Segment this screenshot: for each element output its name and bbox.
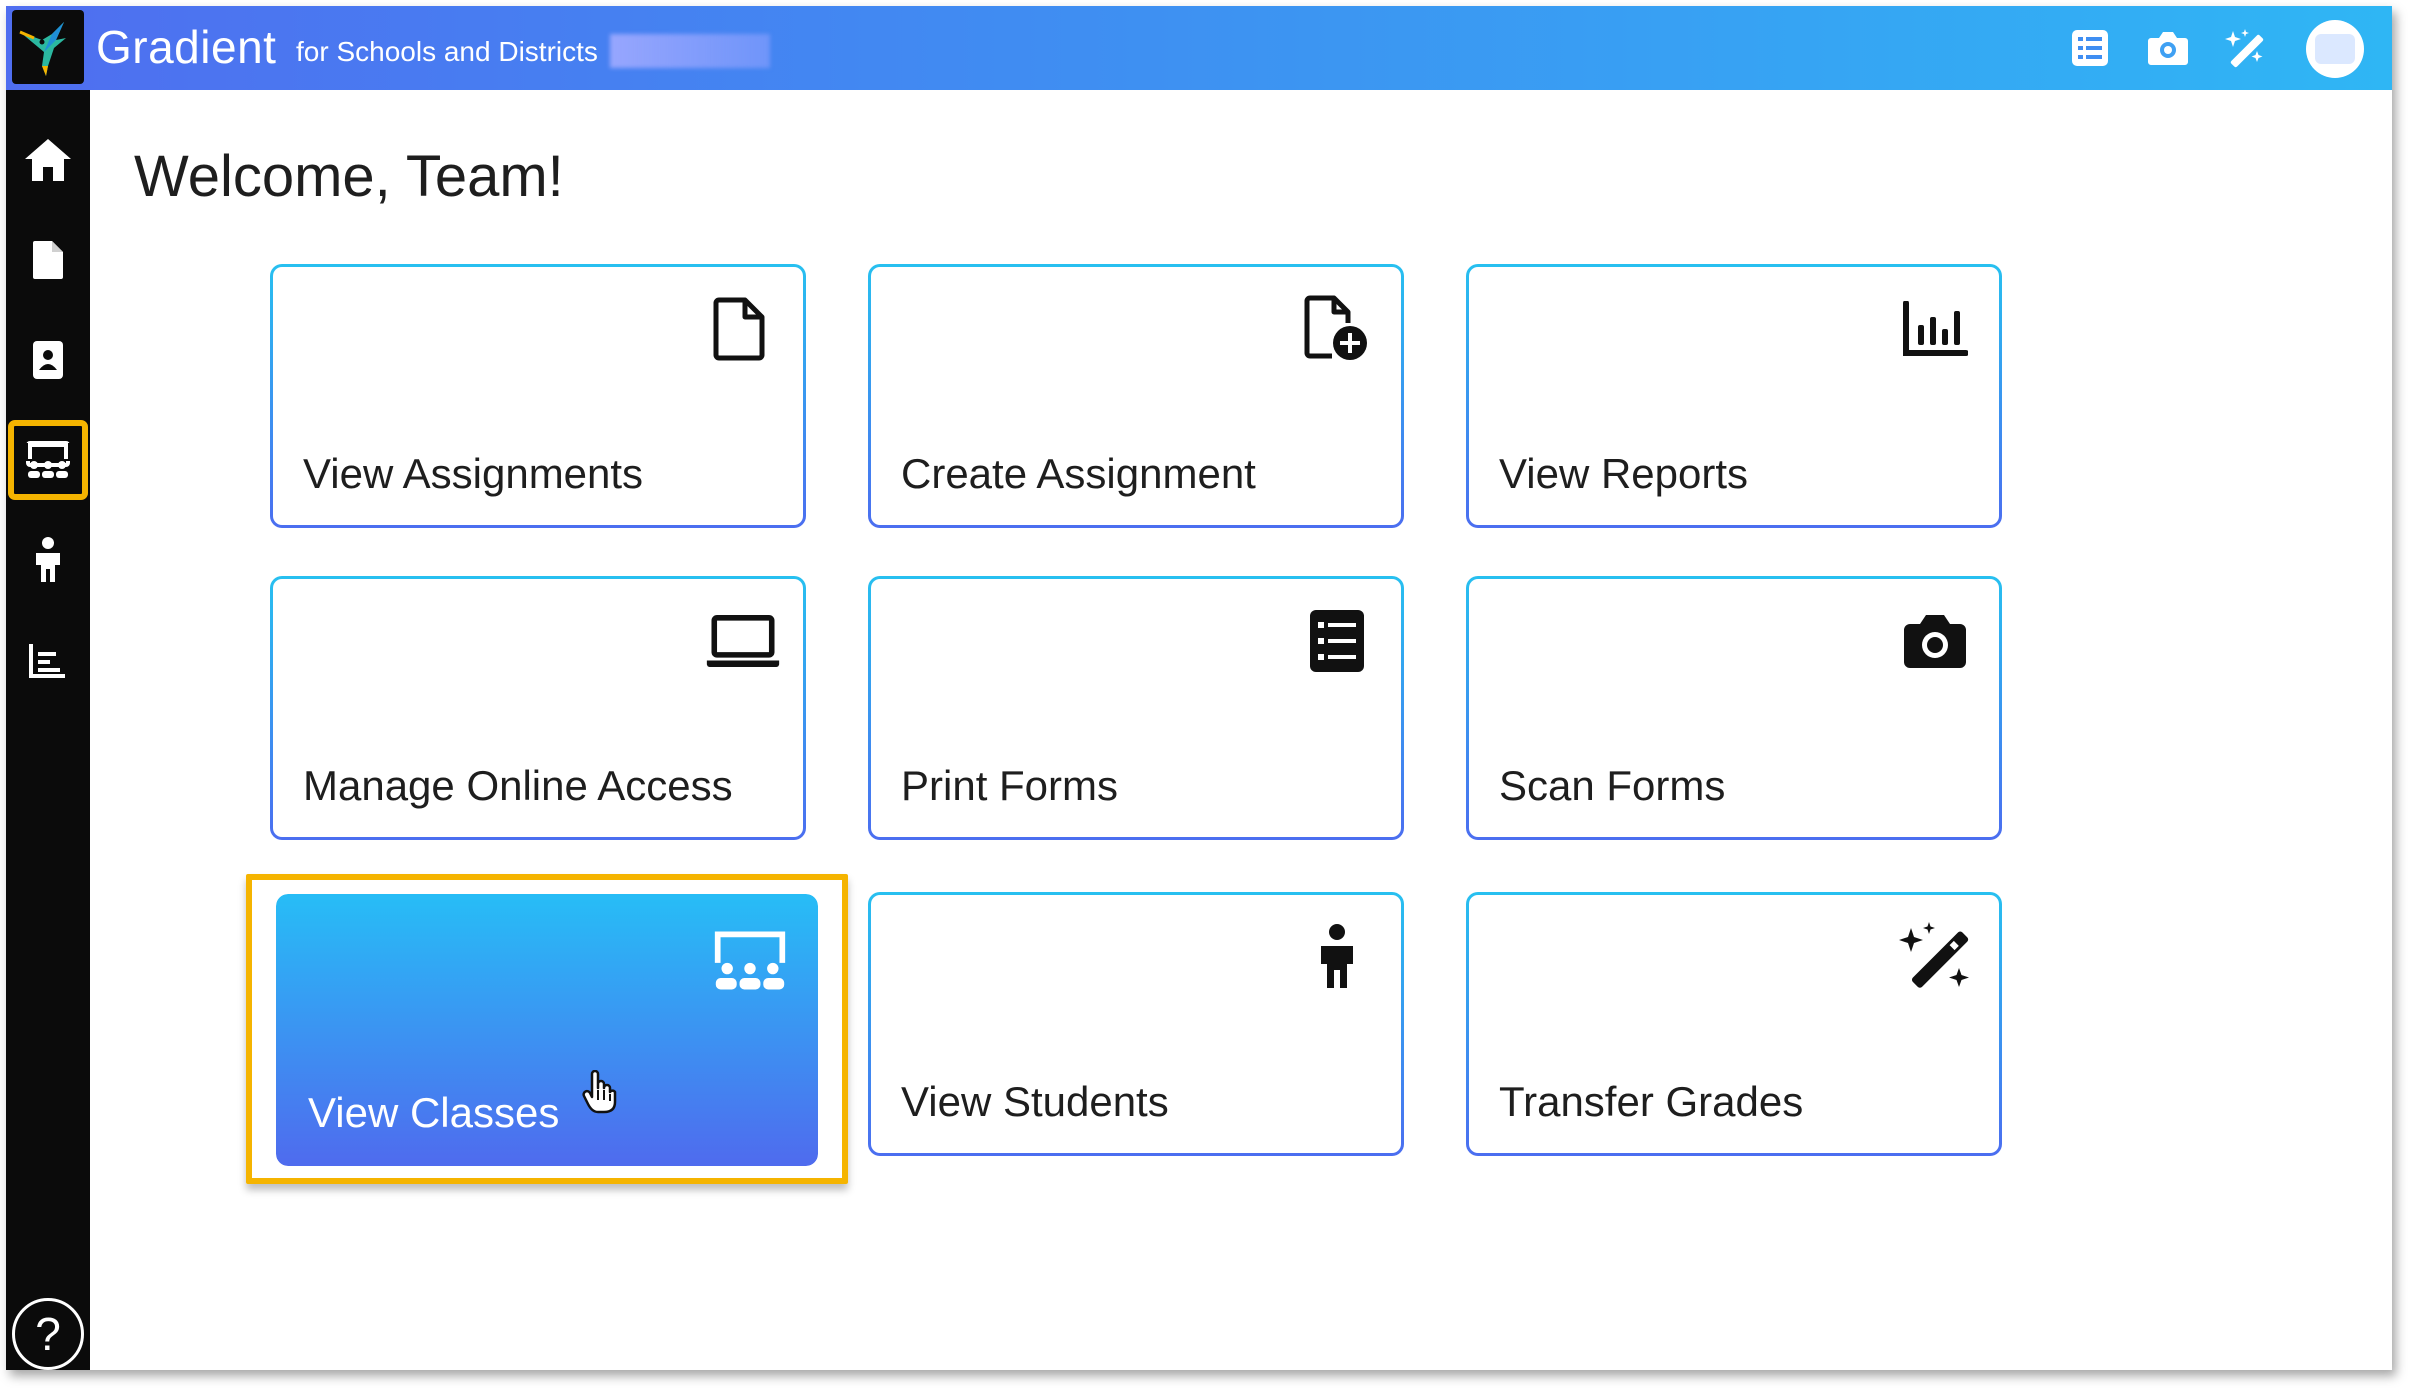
contact-card-icon — [33, 341, 63, 379]
sidebar: ? — [6, 90, 90, 1370]
avatar-image — [2315, 34, 2355, 64]
sidebar-item-reports[interactable] — [12, 624, 84, 696]
sidebar-item-contacts[interactable] — [12, 324, 84, 396]
card-label: View Assignments — [303, 450, 644, 497]
magic-wand-icon — [1897, 919, 1973, 995]
card-transfer-grades[interactable]: Transfer Grades — [1466, 892, 2002, 1156]
card-label: Print Forms — [901, 762, 1119, 809]
card-manage-online-access[interactable]: Manage Online Access — [270, 576, 806, 840]
card-label: Create Assignment — [901, 450, 1256, 497]
document-icon — [33, 241, 63, 279]
list-icon — [1299, 603, 1375, 679]
help-button[interactable]: ? — [12, 1298, 84, 1370]
laptop-icon — [705, 603, 781, 679]
hand-cursor-icon — [582, 1069, 618, 1114]
document-icon — [701, 291, 777, 367]
camera-icon[interactable] — [2144, 24, 2192, 72]
card-scan-forms[interactable]: Scan Forms — [1466, 576, 2002, 840]
card-label: View Students — [901, 1078, 1169, 1125]
reports-icon — [29, 644, 65, 678]
card-view-reports[interactable]: View Reports — [1466, 264, 2002, 528]
student-icon — [36, 537, 60, 582]
card-view-assignments[interactable]: View Assignments — [270, 264, 806, 528]
sidebar-item-home[interactable] — [12, 124, 84, 196]
redacted-organization-name — [610, 34, 770, 68]
sidebar-item-assignments[interactable] — [12, 224, 84, 296]
app-window: Gradient for Schools and Districts ? Wel… — [6, 6, 2392, 1370]
card-label: Scan Forms — [1499, 762, 1726, 809]
document-add-icon — [1299, 291, 1375, 367]
card-create-assignment[interactable]: Create Assignment — [868, 264, 1404, 528]
brand-subtitle: for Schools and Districts — [296, 36, 598, 67]
card-label: Manage Online Access — [303, 762, 733, 809]
page-title: Welcome, Team! — [134, 144, 564, 209]
hummingbird-logo-icon[interactable] — [12, 10, 84, 84]
student-icon — [1299, 919, 1375, 995]
highlight-annotation — [246, 874, 848, 1184]
magic-wand-icon[interactable] — [2222, 24, 2270, 72]
card-label: Transfer Grades — [1499, 1078, 1804, 1125]
list-icon[interactable] — [2066, 24, 2114, 72]
camera-icon — [1897, 603, 1973, 679]
card-view-students[interactable]: View Students — [868, 892, 1404, 1156]
user-avatar[interactable] — [2306, 20, 2364, 78]
card-label: View Reports — [1499, 450, 1749, 497]
top-bar: Gradient for Schools and Districts — [6, 6, 2392, 90]
card-print-forms[interactable]: Print Forms — [868, 576, 1404, 840]
sidebar-item-classes[interactable] — [8, 420, 88, 500]
home-icon — [25, 139, 71, 181]
chart-icon — [1897, 291, 1973, 367]
brand-name: Gradient — [96, 21, 277, 73]
classes-icon — [25, 441, 71, 478]
sidebar-item-students[interactable] — [12, 524, 84, 596]
